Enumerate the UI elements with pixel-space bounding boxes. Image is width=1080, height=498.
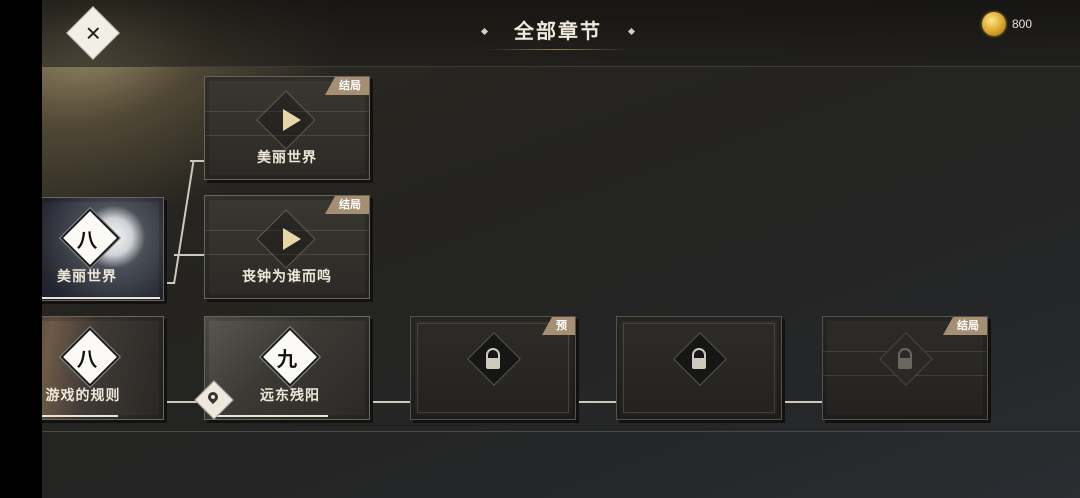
page-title-wrap: 全部章节 xyxy=(478,14,638,50)
play-icon xyxy=(283,109,301,131)
chapter-underline-lower xyxy=(42,415,118,417)
coin-icon xyxy=(981,12,1006,36)
play-icon xyxy=(283,228,301,250)
lock-icon xyxy=(486,358,500,369)
chapter-label: 远东残阳 xyxy=(260,388,320,404)
title-underline xyxy=(486,49,630,50)
chapter-label: 游戏的规则 xyxy=(45,388,121,404)
left-black-bar xyxy=(0,0,42,498)
row-connector xyxy=(780,401,822,403)
chapter-number: 八 xyxy=(77,228,97,252)
ending-label: 美丽世界 xyxy=(257,150,317,166)
chapter-select-screen: ✕ 全部章节 800 八 美丽世界 结局 美丽世界 结局 丧钟为谁而鸣 八 游戏… xyxy=(42,0,1080,498)
ending-tag: 结局 xyxy=(943,317,987,335)
branch-connector-top xyxy=(190,160,204,162)
branch-connector-mid xyxy=(174,254,204,256)
chapter-underline-upper xyxy=(42,297,160,299)
row-connector xyxy=(574,401,616,403)
chapter-number: 九 xyxy=(277,347,297,371)
locked-card-2[interactable] xyxy=(616,316,782,420)
close-button[interactable]: ✕ xyxy=(66,6,120,60)
chapter-card-lower-8[interactable]: 八 游戏的规则 xyxy=(42,316,164,420)
ending-tag: 结局 xyxy=(325,196,369,214)
location-pin-dot xyxy=(211,395,215,399)
ending-tag: 结局 xyxy=(325,77,369,95)
row-connector xyxy=(368,401,410,403)
close-icon: ✕ xyxy=(84,20,102,45)
chapter-underline-current xyxy=(214,415,328,417)
lock-icon xyxy=(898,358,912,369)
locked-card-1[interactable]: 预 xyxy=(410,316,576,420)
timeline-divider xyxy=(42,431,1080,432)
ending-card-2[interactable]: 结局 丧钟为谁而鸣 xyxy=(204,195,370,299)
lock-icon xyxy=(692,358,706,369)
ending-card-1[interactable]: 结局 美丽世界 xyxy=(204,76,370,180)
page-title: 全部章节 xyxy=(514,19,602,43)
top-bar: ✕ 全部章节 800 xyxy=(42,0,1080,67)
coin-counter[interactable]: 800 xyxy=(981,12,1032,36)
coin-value: 800 xyxy=(1011,17,1032,31)
ending-label: 丧钟为谁而鸣 xyxy=(242,269,332,285)
chapter-card-upper[interactable]: 八 美丽世界 xyxy=(42,197,164,301)
chapter-number: 八 xyxy=(77,347,97,371)
locked-ending-card[interactable]: 结局 xyxy=(822,316,988,420)
chapter-label: 美丽世界 xyxy=(57,269,117,285)
